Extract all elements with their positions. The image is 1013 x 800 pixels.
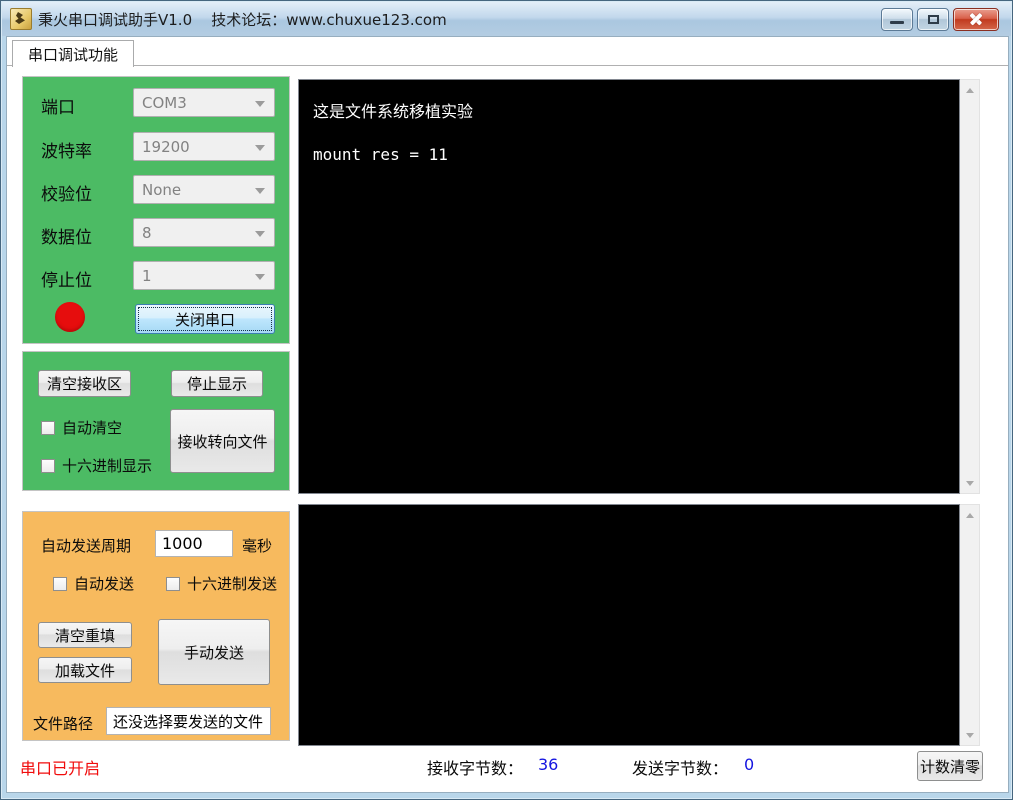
port-label: 端口 bbox=[41, 98, 75, 118]
chevron-down-icon bbox=[255, 231, 265, 237]
tab-strip: 串口调试功能 bbox=[7, 37, 1008, 67]
parity-label: 校验位 bbox=[41, 185, 92, 205]
send-textarea[interactable] bbox=[298, 504, 960, 746]
clear-receive-button[interactable]: 清空接收区 bbox=[38, 370, 131, 397]
serial-settings-panel: 端口 波特率 校验位 数据位 停止位 COM3 19200 None 8 1 关… bbox=[22, 76, 290, 344]
period-input[interactable] bbox=[155, 530, 233, 557]
file-path-label: 文件路径 bbox=[33, 715, 94, 733]
auto-send-period-label: 自动发送周期 bbox=[41, 537, 132, 555]
auto-send-checkbox[interactable]: 自动发送 bbox=[53, 573, 134, 594]
clear-refill-button[interactable]: 清空重填 bbox=[38, 622, 132, 648]
load-file-button[interactable]: 加载文件 bbox=[38, 657, 132, 683]
checkbox-icon bbox=[41, 420, 55, 435]
manual-send-button[interactable]: 手动发送 bbox=[158, 619, 270, 685]
scroll-down-icon[interactable] bbox=[960, 726, 979, 744]
app-logo-icon bbox=[10, 8, 32, 30]
client-area: 串口调试功能 端口 波特率 校验位 数据位 停止位 COM3 19200 Non… bbox=[6, 36, 1009, 793]
checkbox-icon bbox=[53, 576, 67, 591]
reset-count-button[interactable]: 计数清零 bbox=[917, 751, 983, 781]
receive-line: mount res = 11 bbox=[313, 145, 448, 164]
scroll-up-icon[interactable] bbox=[960, 506, 979, 524]
file-path-field[interactable]: 还没选择要发送的文件 bbox=[106, 707, 271, 735]
stop-display-button[interactable]: 停止显示 bbox=[171, 370, 263, 397]
send-scrollbar[interactable] bbox=[960, 504, 980, 746]
receive-scrollbar[interactable] bbox=[960, 79, 980, 494]
send-text bbox=[313, 527, 945, 548]
app-window: 秉火串口调试助手V1.0 技术论坛：www.chuxue123.com 串口调试… bbox=[0, 0, 1013, 800]
stopbits-select[interactable]: 1 bbox=[133, 261, 275, 290]
hex-display-checkbox[interactable]: 十六进制显示 bbox=[41, 455, 152, 476]
chevron-down-icon bbox=[255, 188, 265, 194]
chevron-down-icon bbox=[255, 145, 265, 151]
checkbox-icon bbox=[41, 458, 55, 473]
auto-clear-checkbox[interactable]: 自动清空 bbox=[41, 417, 122, 438]
maximize-button[interactable] bbox=[917, 7, 949, 31]
send-area-wrap bbox=[298, 504, 980, 746]
close-button[interactable] bbox=[953, 7, 999, 31]
title-bar: 秉火串口调试助手V1.0 技术论坛：www.chuxue123.com bbox=[2, 2, 1011, 36]
databits-select[interactable]: 8 bbox=[133, 218, 275, 247]
tab-serial-debug[interactable]: 串口调试功能 bbox=[12, 40, 135, 67]
receive-line: 这是文件系统移植实验 bbox=[313, 102, 474, 121]
port-select[interactable]: COM3 bbox=[133, 88, 275, 117]
window-controls bbox=[881, 7, 1005, 31]
hex-send-checkbox[interactable]: 十六进制发送 bbox=[166, 573, 277, 594]
receive-area-wrap: 这是文件系统移植实验 mount res = 11 bbox=[298, 79, 980, 494]
send-bytes-count: 0 bbox=[744, 755, 755, 774]
chevron-down-icon bbox=[255, 101, 265, 107]
parity-select[interactable]: None bbox=[133, 175, 275, 204]
scroll-down-icon[interactable] bbox=[960, 474, 979, 492]
stopbits-label: 停止位 bbox=[41, 271, 92, 291]
maximize-icon bbox=[928, 14, 939, 24]
baudrate-select[interactable]: 19200 bbox=[133, 132, 275, 161]
scroll-up-icon[interactable] bbox=[960, 81, 979, 99]
receive-control-panel: 清空接收区 停止显示 自动清空 十六进制显示 接收转向文件 bbox=[22, 351, 290, 491]
recv-bytes-label: 接收字节数： bbox=[427, 759, 524, 778]
minimize-button[interactable] bbox=[881, 7, 913, 31]
close-serial-button[interactable]: 关闭串口 bbox=[135, 304, 275, 334]
window-title: 秉火串口调试助手V1.0 技术论坛：www.chuxue123.com bbox=[38, 10, 447, 29]
send-control-panel: 自动发送周期 毫秒 自动发送 十六进制发送 清空重填 加载文件 手动发送 文件路… bbox=[22, 511, 290, 741]
redirect-to-file-button[interactable]: 接收转向文件 bbox=[170, 409, 275, 473]
port-status-text: 串口已开启 bbox=[20, 759, 101, 778]
port-open-indicator bbox=[55, 302, 85, 332]
period-unit-label: 毫秒 bbox=[242, 537, 273, 555]
databits-label: 数据位 bbox=[41, 228, 92, 248]
chevron-down-icon bbox=[255, 274, 265, 280]
minimize-icon bbox=[890, 20, 904, 24]
receive-textarea[interactable]: 这是文件系统移植实验 mount res = 11 bbox=[298, 79, 960, 494]
recv-bytes-count: 36 bbox=[538, 755, 559, 774]
send-bytes-label: 发送字节数： bbox=[632, 759, 729, 778]
checkbox-icon bbox=[166, 576, 180, 591]
baudrate-label: 波特率 bbox=[41, 142, 92, 162]
